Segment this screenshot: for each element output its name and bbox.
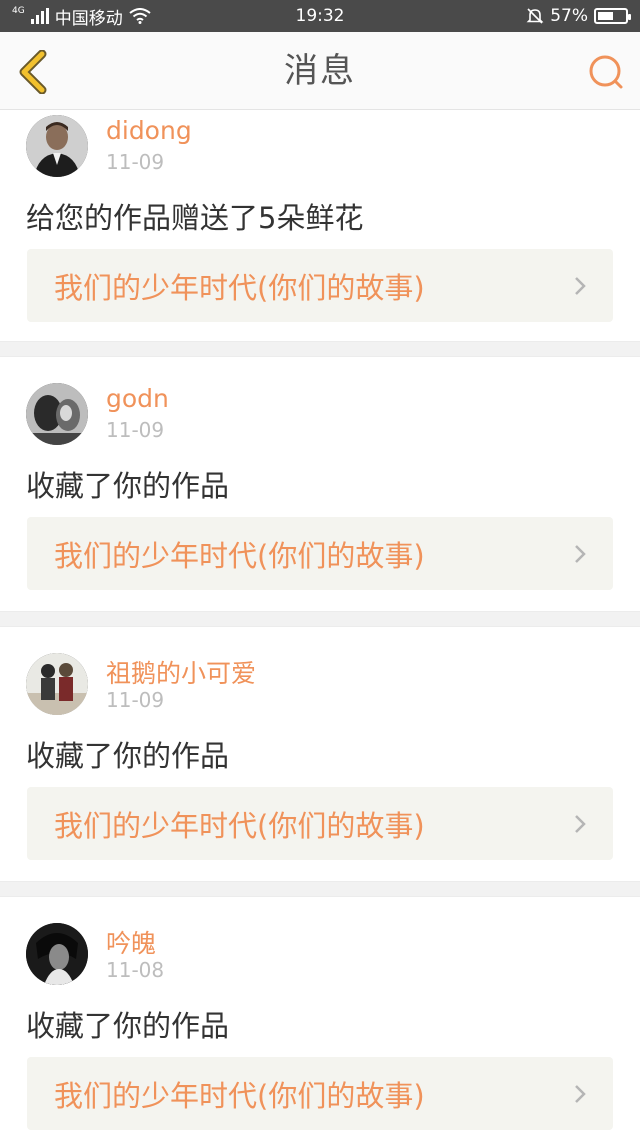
chevron-right-icon bbox=[575, 1085, 586, 1103]
username[interactable]: 祖鹅的小可爱 bbox=[106, 654, 256, 690]
message-card: 吟魄 11-08 收藏了你的作品 我们的少年时代(你们的故事) bbox=[0, 897, 640, 1138]
alarm-off-icon bbox=[526, 8, 544, 24]
work-title: 我们的少年时代(你们的故事) bbox=[54, 270, 425, 305]
network-badge: 4G bbox=[12, 6, 25, 16]
divider bbox=[0, 611, 640, 627]
work-title: 我们的少年时代(你们的故事) bbox=[54, 1078, 425, 1113]
message-feed[interactable]: didong 11-09 给您的作品赠送了5朵鲜花 我们的少年时代(你们的故事)… bbox=[0, 111, 640, 1138]
page-title: 消息 bbox=[284, 51, 356, 91]
divider bbox=[0, 341, 640, 357]
wifi-icon bbox=[129, 8, 151, 24]
message-card: godn 11-09 收藏了你的作品 我们的少年时代(你们的故事) bbox=[0, 357, 640, 611]
username[interactable]: 吟魄 bbox=[106, 924, 156, 960]
status-left: 4G 中国移动 bbox=[12, 4, 151, 29]
carrier-label: 中国移动 bbox=[54, 8, 123, 29]
avatar[interactable] bbox=[26, 383, 88, 445]
avatar[interactable] bbox=[26, 115, 88, 177]
work-link[interactable]: 我们的少年时代(你们的故事) bbox=[27, 787, 613, 860]
search-icon[interactable] bbox=[586, 52, 626, 92]
username[interactable]: didong bbox=[106, 116, 192, 145]
work-title: 我们的少年时代(你们的故事) bbox=[54, 538, 425, 573]
chevron-right-icon bbox=[575, 277, 586, 295]
message-action: 给您的作品赠送了5朵鲜花 bbox=[26, 201, 364, 235]
message-action: 收藏了你的作品 bbox=[26, 469, 230, 503]
avatar[interactable] bbox=[26, 653, 88, 715]
signal-icon bbox=[30, 8, 49, 24]
app-header: 消息 bbox=[0, 32, 640, 110]
username[interactable]: godn bbox=[106, 384, 169, 413]
avatar[interactable] bbox=[26, 923, 88, 985]
divider bbox=[0, 881, 640, 897]
chevron-right-icon bbox=[575, 545, 586, 563]
work-link[interactable]: 我们的少年时代(你们的故事) bbox=[27, 249, 613, 322]
message-date: 11-09 bbox=[106, 688, 165, 712]
message-card: didong 11-09 给您的作品赠送了5朵鲜花 我们的少年时代(你们的故事) bbox=[0, 111, 640, 341]
work-link[interactable]: 我们的少年时代(你们的故事) bbox=[27, 1057, 613, 1130]
status-right: 57% bbox=[526, 6, 631, 26]
work-link[interactable]: 我们的少年时代(你们的故事) bbox=[27, 517, 613, 590]
chevron-right-icon bbox=[575, 815, 586, 833]
message-date: 11-09 bbox=[106, 150, 165, 174]
battery-fill bbox=[598, 12, 613, 20]
battery-percent: 57% bbox=[550, 6, 588, 26]
status-bar: 4G 中国移动 19:32 57% bbox=[0, 0, 640, 32]
message-action: 收藏了你的作品 bbox=[26, 1009, 230, 1043]
work-title: 我们的少年时代(你们的故事) bbox=[54, 808, 425, 843]
battery-icon bbox=[594, 8, 631, 24]
message-date: 11-09 bbox=[106, 418, 165, 442]
message-card: 祖鹅的小可爱 11-09 收藏了你的作品 我们的少年时代(你们的故事) bbox=[0, 627, 640, 881]
message-date: 11-08 bbox=[106, 958, 165, 982]
message-action: 收藏了你的作品 bbox=[26, 739, 230, 773]
